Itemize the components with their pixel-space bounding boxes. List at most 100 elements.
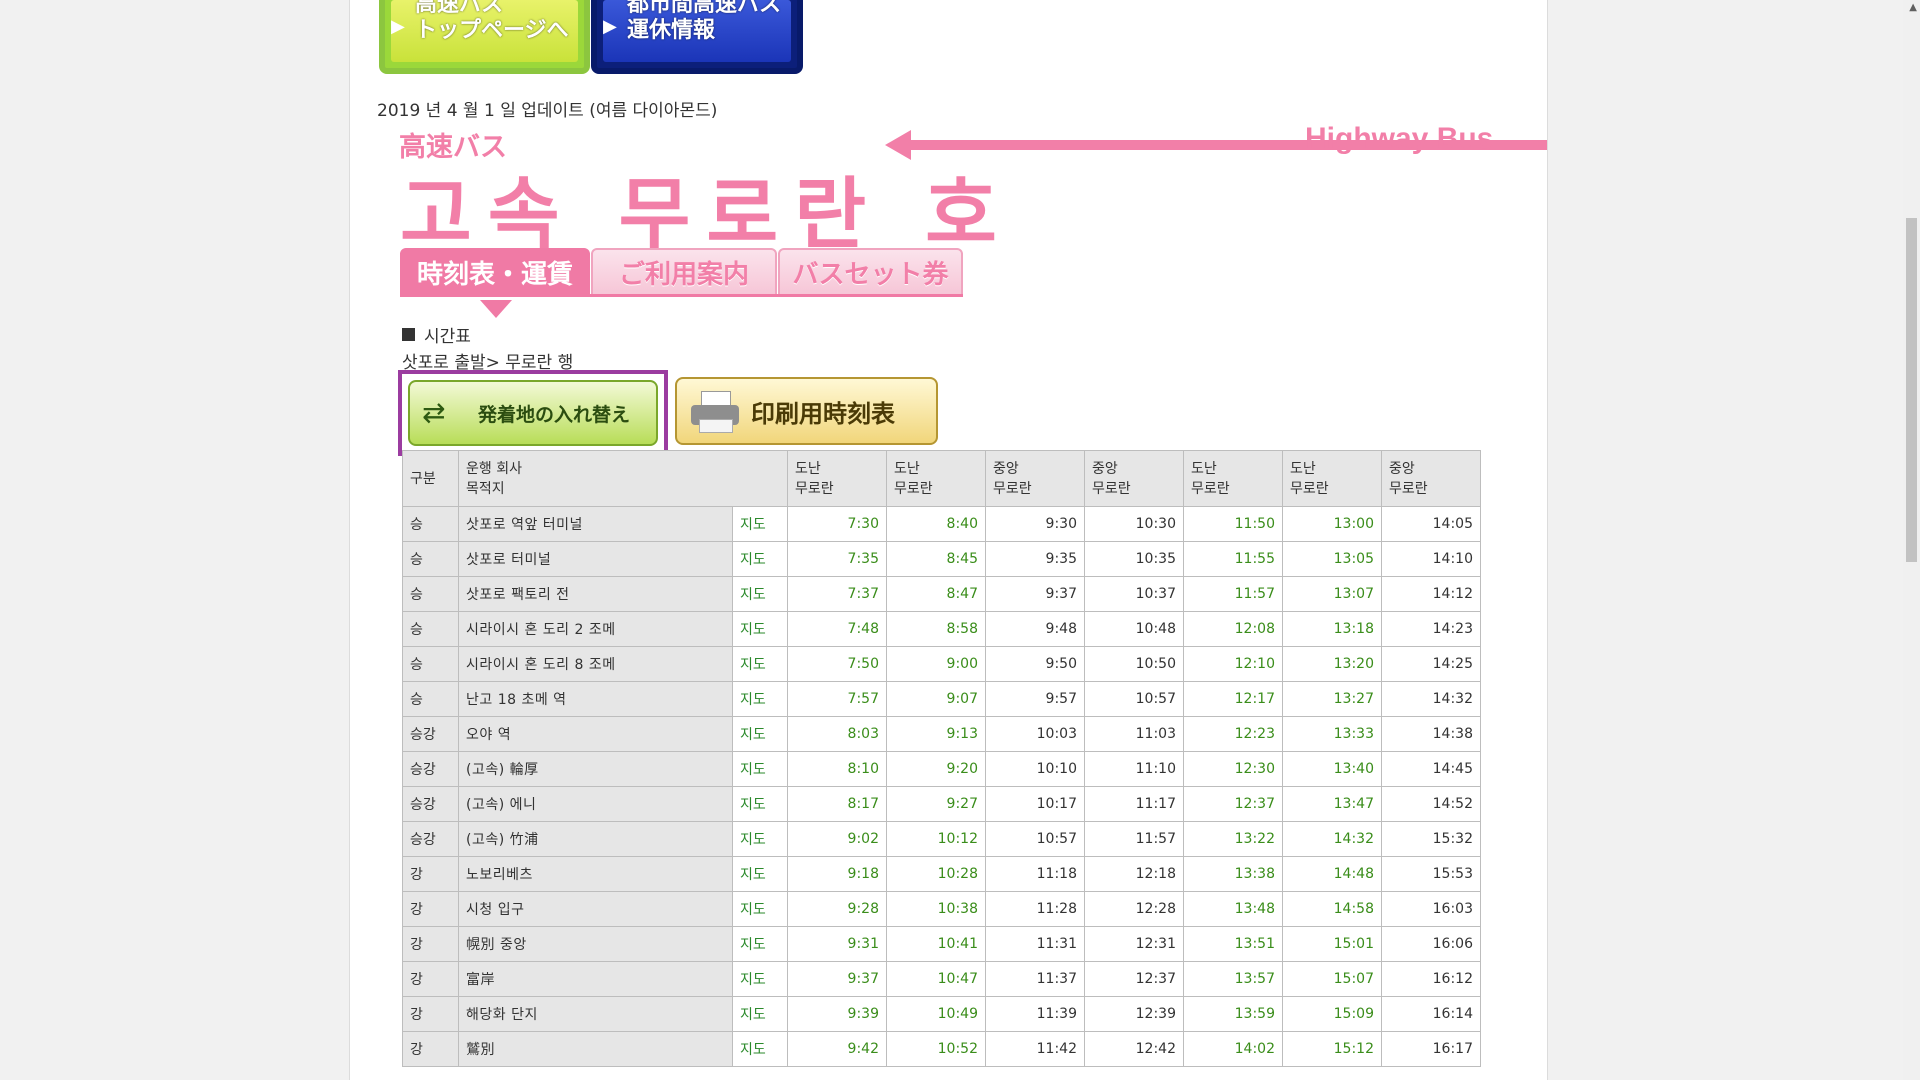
swap-button-highlight: ⇄ 発着地の入れ替え: [398, 370, 668, 456]
row-kind: 강: [402, 856, 459, 892]
highway-bus-top-button[interactable]: ▶ 高速バス トップページへ: [379, 0, 590, 74]
table-row: 승 삿포로 팩토리 전 지도 7:37 8:47 9:37 10:37 11:57 13:07 1…: [402, 576, 1481, 612]
row-kind: 승: [402, 506, 459, 542]
table-row: 강 幌別 중앙 지도 9:31 10:41 11:31 12:31 13:51 15:01 16:…: [402, 926, 1481, 962]
departure-time-cell: 9:37: [985, 576, 1085, 612]
departure-time-cell: 10:12: [886, 821, 986, 857]
map-link[interactable]: 지도: [732, 1031, 788, 1067]
map-link[interactable]: 지도: [732, 541, 788, 577]
departure-time-cell: 9:39: [787, 996, 887, 1032]
departure-time-cell: 14:58: [1282, 891, 1382, 927]
scroll-thumb[interactable]: [1906, 218, 1917, 562]
map-link[interactable]: 지도: [732, 891, 788, 927]
table-row: 승 시라이시 혼 도리 8 조메 지도 7:50 9:00 9:50 10:50 12:10 1…: [402, 646, 1481, 682]
map-link[interactable]: 지도: [732, 821, 788, 857]
print-timetable-button[interactable]: 印刷用時刻表: [675, 377, 938, 445]
row-stop-name: 삿포로 역앞 터미널: [458, 506, 733, 542]
departure-time-cell: 13:59: [1183, 996, 1283, 1032]
row-stop-name: (고속) 에니: [458, 786, 733, 822]
departure-time-cell: 12:30: [1183, 751, 1283, 787]
service-suspension-button[interactable]: ▶ 都市間高速バス 運休情報: [591, 0, 803, 74]
chevron-right-icon: ▶: [603, 16, 617, 37]
tab-bus-set-ticket[interactable]: バスセット券: [778, 248, 963, 296]
header-trip: 도난 무로란: [1282, 450, 1382, 507]
row-kind: 승: [402, 576, 459, 612]
departure-time-cell: 12:37: [1084, 961, 1184, 997]
departure-time-cell: 12:42: [1084, 1031, 1184, 1067]
departure-time-cell: 16:06: [1381, 926, 1481, 962]
departure-time-cell: 10:47: [886, 961, 986, 997]
swap-origin-destination-button[interactable]: ⇄ 発着地の入れ替え: [408, 380, 658, 446]
departure-time-cell: 8:58: [886, 611, 986, 647]
departure-time-cell: 10:49: [886, 996, 986, 1032]
departure-time-cell: 13:51: [1183, 926, 1283, 962]
timetable: 구분 운행 회사 목적지 도난 무로란 도난 무로란 중앙 무로란 중앙 무로란…: [402, 450, 1481, 1067]
tab-usage-guide[interactable]: ご利用案内: [591, 248, 777, 296]
update-text: 2019 년 4 월 1 일 업데이트 (여름 다이아몬드): [377, 101, 718, 121]
table-header-row: 구분 운행 회사 목적지 도난 무로란 도난 무로란 중앙 무로란 중앙 무로란…: [402, 450, 1481, 507]
departure-time-cell: 11:18: [985, 856, 1085, 892]
departure-time-cell: 11:55: [1183, 541, 1283, 577]
departure-time-cell: 14:25: [1381, 646, 1481, 682]
tab-timetable-fares[interactable]: 時刻表・運賃: [400, 248, 590, 296]
row-stop-name: 노보리베츠: [458, 856, 733, 892]
map-link[interactable]: 지도: [732, 611, 788, 647]
map-link[interactable]: 지도: [732, 646, 788, 682]
departure-time-cell: 7:30: [787, 506, 887, 542]
chevron-right-icon: ▶: [391, 16, 405, 37]
vertical-scrollbar[interactable]: ▲: [1903, 0, 1920, 1080]
departure-time-cell: 9:57: [985, 681, 1085, 717]
map-link[interactable]: 지도: [732, 996, 788, 1032]
departure-time-cell: 13:40: [1282, 751, 1382, 787]
departure-time-cell: 8:17: [787, 786, 887, 822]
departure-time-cell: 11:10: [1084, 751, 1184, 787]
map-link[interactable]: 지도: [732, 751, 788, 787]
map-link[interactable]: 지도: [732, 926, 788, 962]
service-suspension-label: 都市間高速バス 運休情報: [627, 0, 782, 43]
departure-time-cell: 16:14: [1381, 996, 1481, 1032]
map-link[interactable]: 지도: [732, 856, 788, 892]
departure-time-cell: 11:42: [985, 1031, 1085, 1067]
map-link[interactable]: 지도: [732, 506, 788, 542]
row-kind: 승강: [402, 751, 459, 787]
table-row: 승강 (고속) 에니 지도 8:17 9:27 10:17 11:17 12:37 13:47 1…: [402, 786, 1481, 822]
map-link[interactable]: 지도: [732, 576, 788, 612]
row-stop-name: 幌別 중앙: [458, 926, 733, 962]
table-row: 강 해당화 단지 지도 9:39 10:49 11:39 12:39 13:59 15:09 16…: [402, 996, 1481, 1032]
header-trip: 중앙 무로란: [1084, 450, 1184, 507]
departure-time-cell: 12:10: [1183, 646, 1283, 682]
map-link[interactable]: 지도: [732, 961, 788, 997]
departure-time-cell: 9:48: [985, 611, 1085, 647]
departure-time-cell: 14:45: [1381, 751, 1481, 787]
row-kind: 강: [402, 891, 459, 927]
page-container: ▶ 高速バス トップページへ ▶ 都市間高速バス 運休情報 2019 년 4 월…: [349, 0, 1548, 1080]
departure-time-cell: 8:45: [886, 541, 986, 577]
scroll-up-icon[interactable]: ▲: [1909, 2, 1917, 13]
departure-time-cell: 12:18: [1084, 856, 1184, 892]
row-stop-name: 오야 역: [458, 716, 733, 752]
departure-time-cell: 14:52: [1381, 786, 1481, 822]
departure-time-cell: 14:48: [1282, 856, 1382, 892]
departure-time-cell: 12:08: [1183, 611, 1283, 647]
departure-time-cell: 10:50: [1084, 646, 1184, 682]
map-link[interactable]: 지도: [732, 786, 788, 822]
departure-time-cell: 11:03: [1084, 716, 1184, 752]
departure-time-cell: 16:03: [1381, 891, 1481, 927]
departure-time-cell: 16:17: [1381, 1031, 1481, 1067]
departure-time-cell: 13:47: [1282, 786, 1382, 822]
departure-time-cell: 15:07: [1282, 961, 1382, 997]
row-stop-name: 시라이시 혼 도리 8 조메: [458, 646, 733, 682]
map-link[interactable]: 지도: [732, 716, 788, 752]
departure-time-cell: 9:20: [886, 751, 986, 787]
row-stop-name: 삿포로 팩토리 전: [458, 576, 733, 612]
departure-time-cell: 15:12: [1282, 1031, 1382, 1067]
tab-pointer-icon: [480, 300, 512, 318]
departure-time-cell: 12:28: [1084, 891, 1184, 927]
map-link[interactable]: 지도: [732, 681, 788, 717]
table-row: 강 鷲別 지도 9:42 10:52 11:42 12:42 14:02 15:12 16:17: [402, 1031, 1481, 1067]
departure-time-cell: 8:47: [886, 576, 986, 612]
departure-time-cell: 13:38: [1183, 856, 1283, 892]
departure-time-cell: 8:10: [787, 751, 887, 787]
departure-time-cell: 9:02: [787, 821, 887, 857]
departure-time-cell: 13:22: [1183, 821, 1283, 857]
